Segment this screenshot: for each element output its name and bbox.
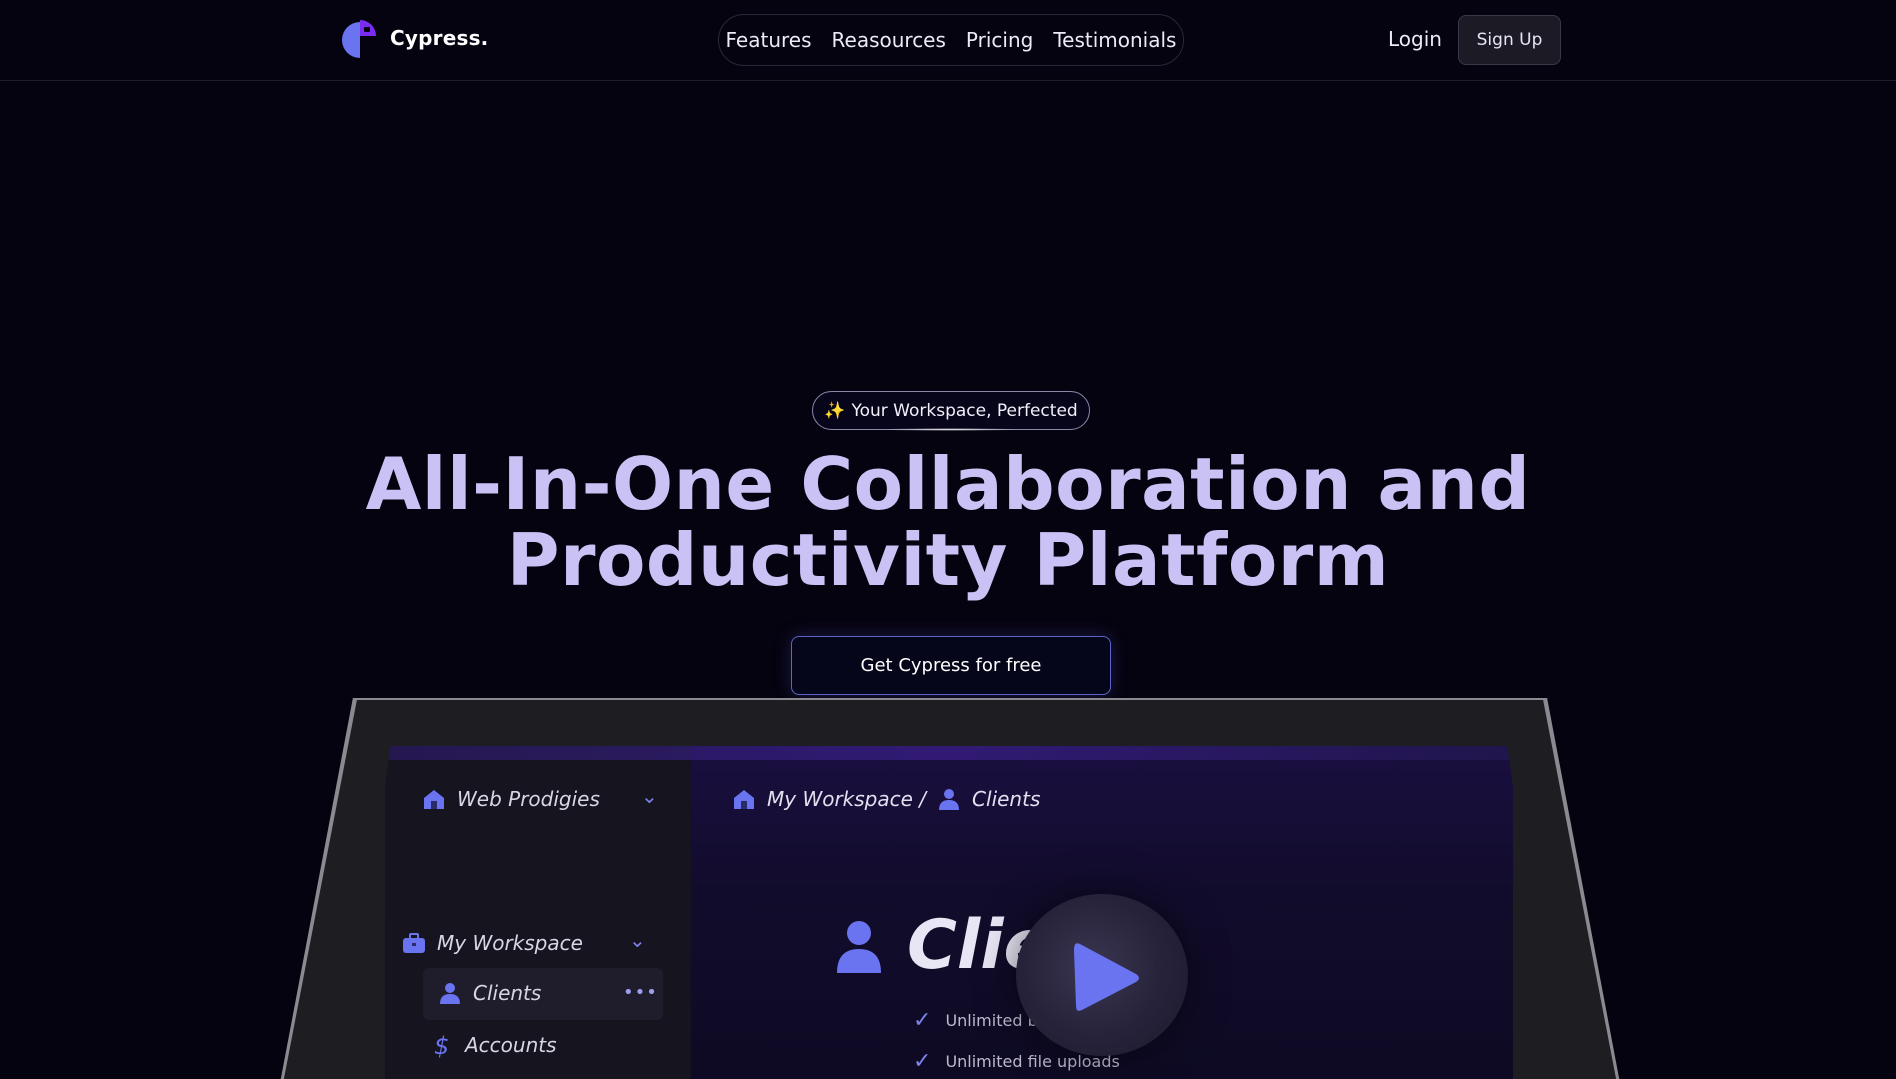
nav-pricing[interactable]: Pricing	[966, 28, 1033, 52]
user-icon	[939, 789, 960, 810]
main-nav: Features Reasources Pricing Testimonials	[718, 14, 1184, 66]
more-options-icon[interactable]: •••	[623, 982, 658, 1003]
preview-topbar-glow	[385, 746, 1513, 760]
breadcrumb: My Workspace / Clients	[731, 786, 1040, 812]
chevron-down-icon[interactable]: ⌄	[641, 784, 658, 808]
svg-text:$: $	[434, 1032, 449, 1058]
play-video-button[interactable]	[1016, 894, 1188, 1056]
hero-badge: ✨ Your Workspace, Perfected	[812, 391, 1090, 430]
logo-text: Cypress.	[390, 26, 489, 50]
house-icon	[424, 790, 444, 809]
sidebar-item-label: Accounts	[465, 1033, 557, 1057]
cypress-logo-icon	[342, 20, 376, 58]
check-icon: ✓	[913, 1049, 932, 1074]
breadcrumb-current[interactable]: Clients	[972, 787, 1040, 811]
signup-button[interactable]: Sign Up	[1458, 15, 1561, 65]
hero-title: All-In-One Collaboration and Productivit…	[248, 446, 1648, 598]
sparkles-icon: ✨	[824, 400, 846, 421]
hero-title-line2: Productivity Platform	[506, 518, 1390, 602]
workspace-switcher[interactable]: Web Prodigies	[421, 786, 600, 812]
briefcase-icon	[403, 933, 425, 953]
sidebar-item-label: Clients	[473, 981, 542, 1005]
sidebar-item-accounts[interactable]: $ Accounts	[429, 1032, 557, 1058]
site-header: Cypress. Features Reasources Pricing Tes…	[0, 0, 1896, 81]
sidebar-section-my-workspace[interactable]: My Workspace	[401, 930, 583, 956]
workspace-name: Web Prodigies	[457, 787, 600, 811]
user-icon	[837, 920, 881, 973]
nav-features[interactable]: Features	[726, 28, 812, 52]
house-icon	[734, 790, 754, 809]
check-icon: ✓	[913, 1008, 932, 1033]
play-icon	[1074, 943, 1139, 1011]
get-cypress-button[interactable]: Get Cypress for free	[791, 636, 1111, 695]
nav-resources[interactable]: Reasources	[832, 28, 946, 52]
chevron-down-icon[interactable]: ⌄	[629, 928, 646, 952]
user-icon	[440, 983, 460, 1004]
sidebar-item-clients[interactable]: Clients	[437, 980, 541, 1006]
badge-glow	[880, 428, 1020, 431]
dollar-icon: $	[434, 1032, 449, 1058]
nav-testimonials[interactable]: Testimonials	[1053, 28, 1176, 52]
hero-title-line1: All-In-One Collaboration and	[365, 442, 1531, 526]
sidebar-section-label: My Workspace	[437, 931, 583, 955]
app-preview-screen: Web Prodigies ⌄ My Workspace ⌄ Clients •…	[385, 746, 1513, 1079]
breadcrumb-root[interactable]: My Workspace /	[767, 787, 926, 811]
logo[interactable]: Cypress.	[340, 18, 488, 58]
hero-badge-text: Your Workspace, Perfected	[851, 400, 1078, 421]
login-link[interactable]: Login	[1388, 27, 1442, 51]
